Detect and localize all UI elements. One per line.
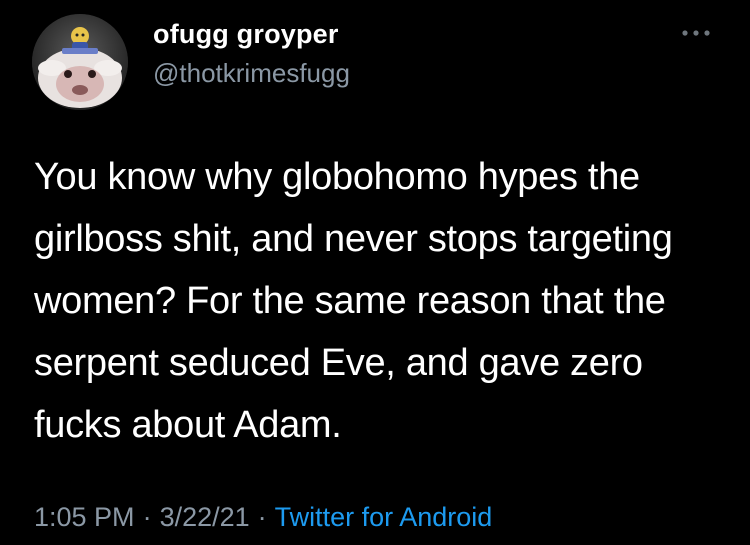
tweet: ofugg groyper @thotkrimesfugg You know w… <box>0 0 750 545</box>
tweet-time[interactable]: 1:05 PM <box>34 502 135 532</box>
meta-separator: · <box>257 502 267 532</box>
tweet-text: You know why globohomo hypes the girlbos… <box>34 156 673 446</box>
author-display-name[interactable]: ofugg groyper <box>153 19 339 50</box>
tweet-source-link[interactable]: Twitter for Android <box>275 502 493 532</box>
meta-separator: · <box>142 502 152 532</box>
tweet-meta: 1:05 PM · 3/22/21 · Twitter for Android <box>34 502 492 533</box>
avatar-image <box>32 14 128 110</box>
more-options-icon <box>682 30 710 36</box>
more-options-button[interactable] <box>676 18 716 48</box>
avatar[interactable] <box>32 14 128 110</box>
tweet-date[interactable]: 3/22/21 <box>160 502 250 532</box>
author-handle[interactable]: @thotkrimesfugg <box>153 58 350 89</box>
